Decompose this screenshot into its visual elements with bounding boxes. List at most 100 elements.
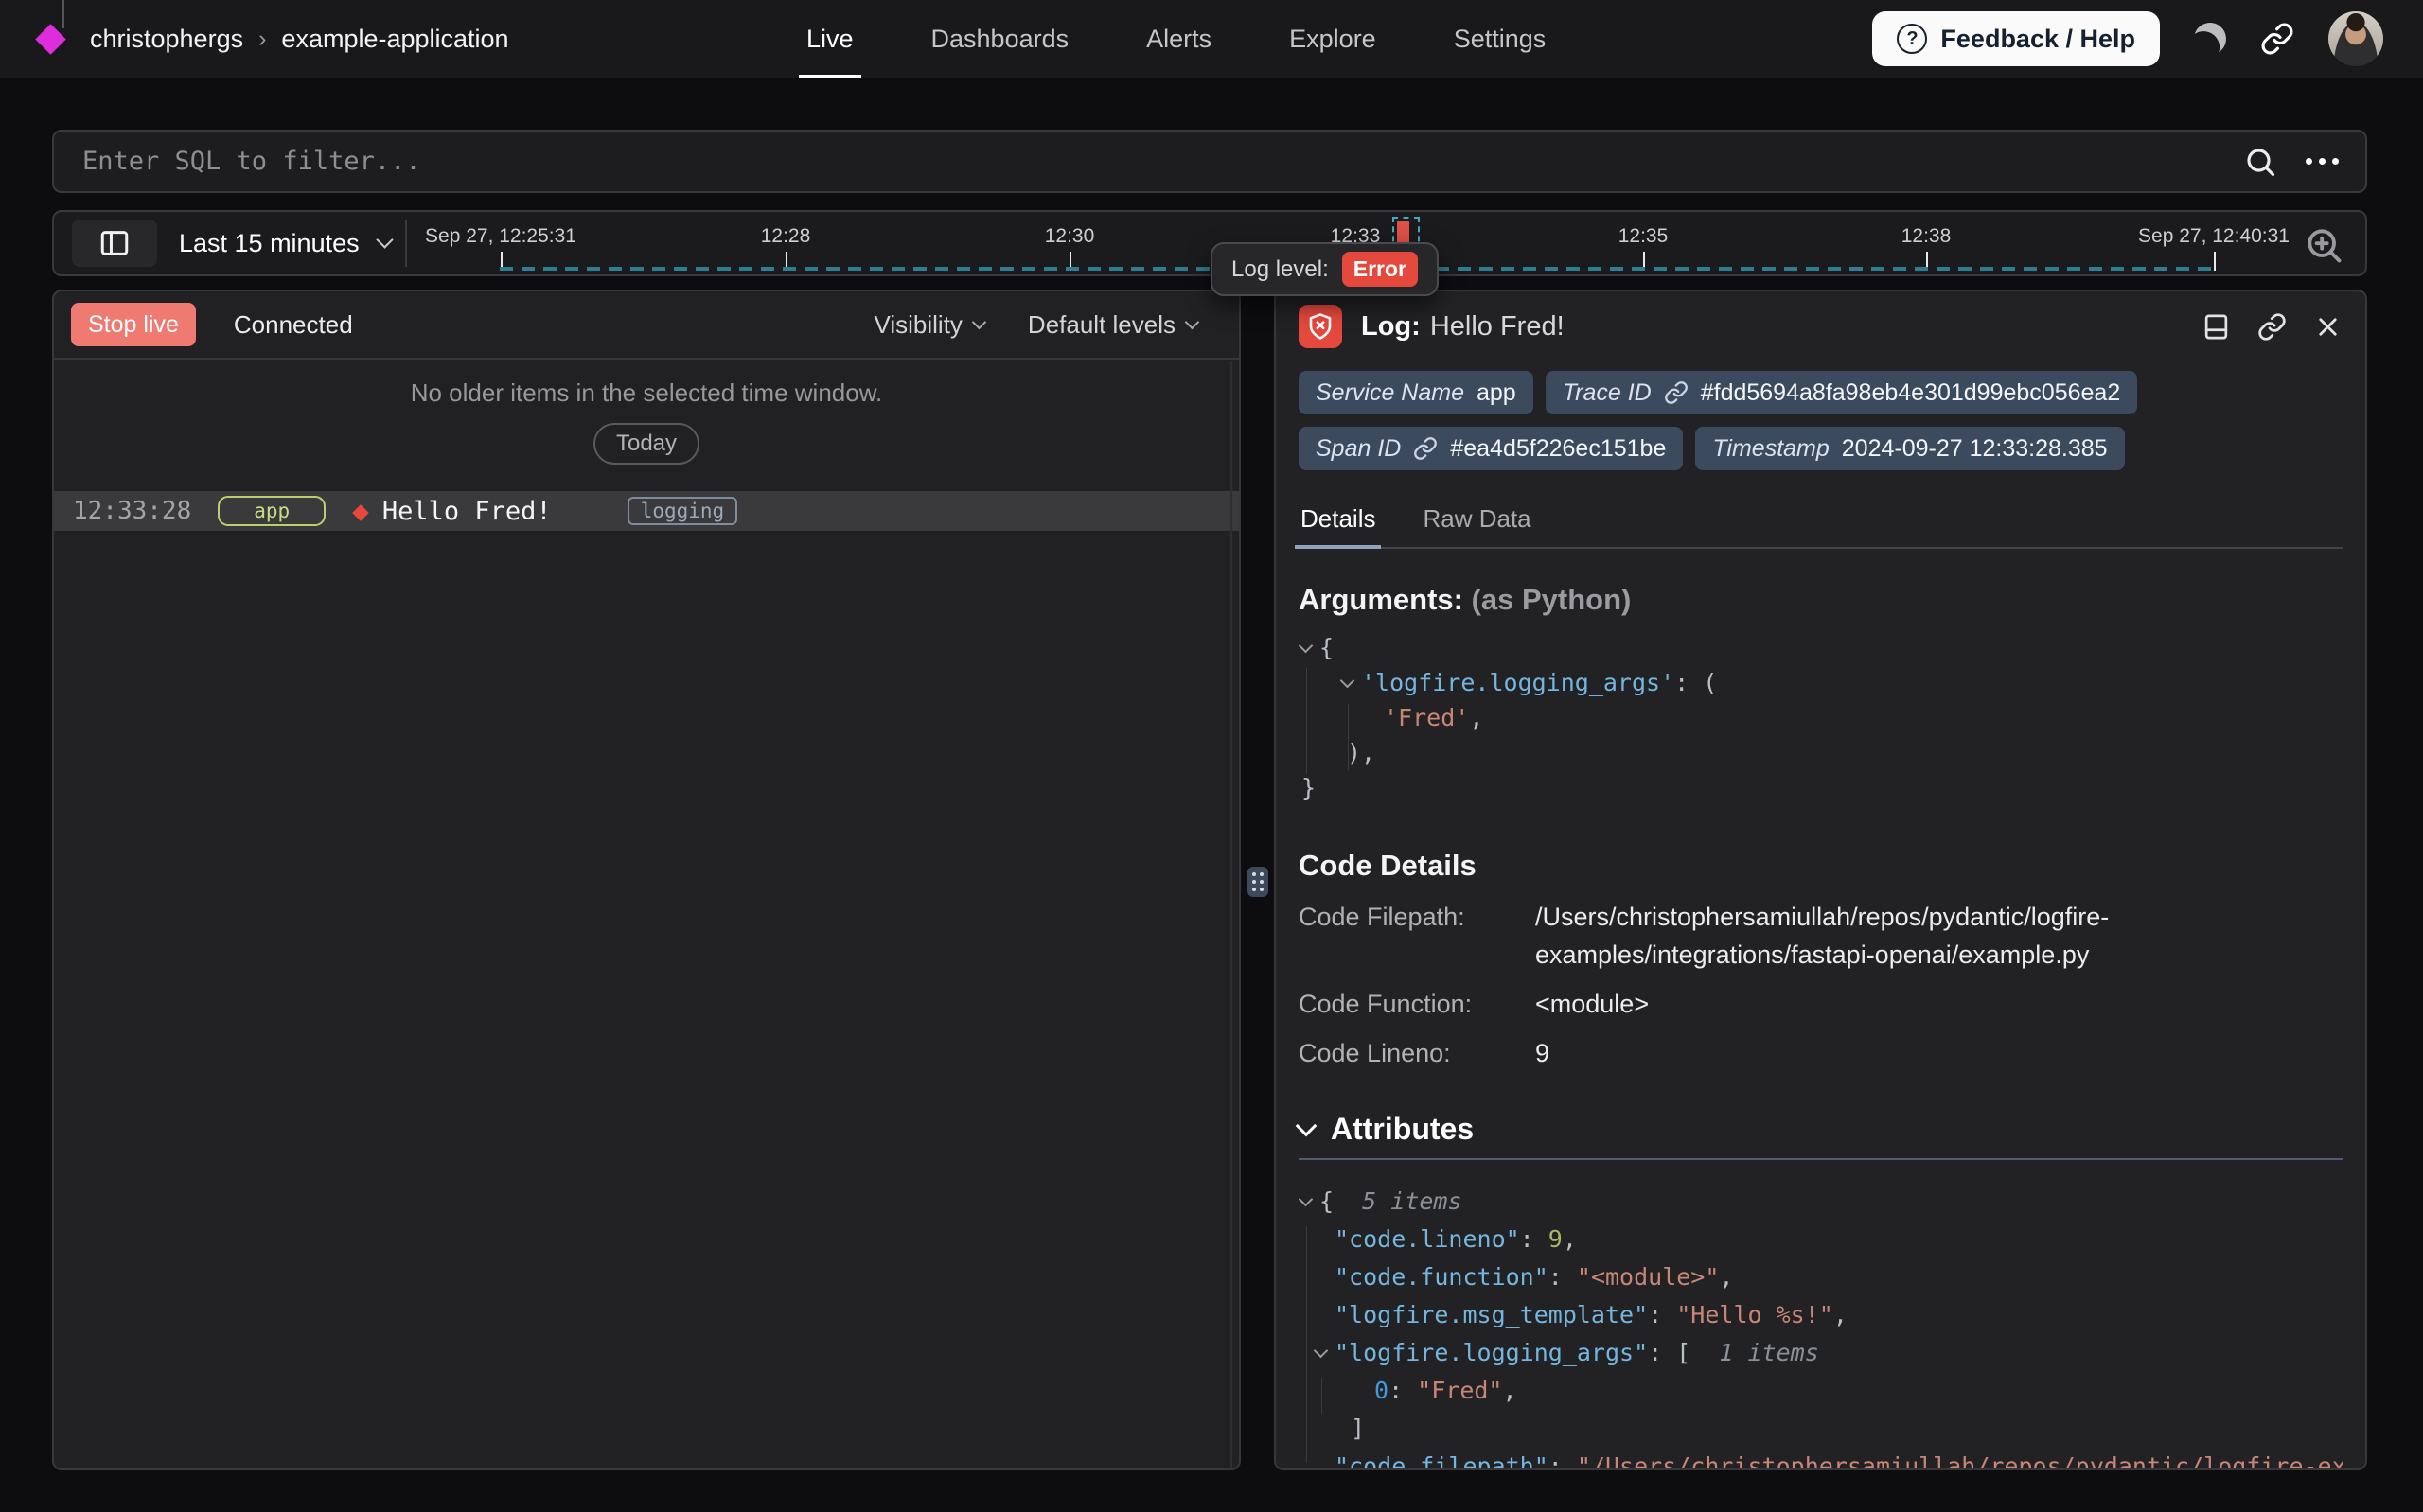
code-detail-value: /Users/christophersamiullah/repos/pydant… bbox=[1535, 898, 2217, 974]
collapse-chevron-icon[interactable] bbox=[1314, 1344, 1335, 1361]
code-detail-value: <module> bbox=[1535, 985, 2217, 1023]
detail-title: Log: Hello Fred! bbox=[1361, 311, 1565, 343]
nav-item-explore[interactable]: Explore bbox=[1289, 0, 1376, 78]
nav-item-alerts[interactable]: Alerts bbox=[1146, 0, 1212, 78]
live-panel-header: Stop live Connected Visibility Default l… bbox=[54, 291, 1239, 360]
visibility-dropdown[interactable]: Visibility bbox=[874, 310, 983, 340]
badge-value: app bbox=[1477, 379, 1516, 407]
visibility-label: Visibility bbox=[874, 310, 962, 340]
empty-window-notice: No older items in the selected time wind… bbox=[54, 378, 1239, 408]
badge-value: #fdd5694a8fa98eb4e301d99ebc056ea2 bbox=[1701, 379, 2121, 407]
time-tick-label: 12:30 bbox=[1045, 225, 1095, 248]
code-line: "code.lineno": 9, bbox=[1299, 1221, 2343, 1258]
live-panel-body: No older items in the selected time wind… bbox=[54, 360, 1239, 531]
code-line: "code.function": "<module>", bbox=[1299, 1258, 2343, 1296]
default-levels-label: Default levels bbox=[1028, 310, 1176, 340]
live-log-panel: Stop live Connected Visibility Default l… bbox=[52, 290, 1241, 1470]
log-timestamp: 12:33:28 bbox=[73, 497, 191, 525]
logger-tag: logging bbox=[628, 497, 738, 525]
code-details-heading: Code Details bbox=[1299, 849, 2343, 883]
dock-panel-icon[interactable] bbox=[2202, 312, 2231, 342]
nav-right: ? Feedback / Help bbox=[1872, 11, 2383, 66]
metadata-badges: Service Name app Trace ID #fdd5694a8fa98eb4… bbox=[1299, 371, 2188, 470]
logfire-logo-icon[interactable] bbox=[35, 24, 66, 55]
code-line: ] bbox=[1299, 1410, 2343, 1448]
badge-label: Service Name bbox=[1316, 379, 1464, 407]
divider bbox=[405, 220, 407, 267]
more-options-icon[interactable] bbox=[2306, 158, 2339, 165]
error-level-badge: Error bbox=[1342, 252, 1418, 287]
arguments-code-tree: {'logfire.logging_args': ('Fred',),} bbox=[1299, 630, 2343, 805]
code-line: 'Fred', bbox=[1299, 700, 2343, 735]
arguments-heading: Arguments: (as Python) bbox=[1299, 583, 2343, 617]
code-line: 0: "Fred", bbox=[1299, 1372, 2343, 1410]
detail-title-prefix: Log: bbox=[1361, 311, 1421, 342]
nav-item-settings[interactable]: Settings bbox=[1454, 0, 1547, 78]
tab-details[interactable]: Details bbox=[1299, 495, 1377, 547]
panel-resize-handle[interactable] bbox=[1247, 867, 1268, 897]
badge-timestamp: Timestamp 2024-09-27 12:33:28.385 bbox=[1695, 427, 2124, 470]
moon-icon[interactable] bbox=[2190, 19, 2230, 59]
log-level-tooltip: Log level: Error bbox=[1211, 242, 1439, 296]
detail-tabs: Details Raw Data bbox=[1299, 495, 2343, 549]
log-message: Hello Fred! bbox=[382, 497, 552, 526]
user-avatar[interactable] bbox=[2328, 11, 2383, 66]
nav-item-live[interactable]: Live bbox=[806, 0, 854, 78]
chevron-down-icon bbox=[972, 314, 987, 329]
badge-label: Timestamp bbox=[1712, 435, 1829, 463]
connection-status: Connected bbox=[234, 310, 353, 340]
breadcrumb-org[interactable]: christophergs bbox=[90, 25, 243, 54]
today-button[interactable]: Today bbox=[593, 423, 699, 465]
code-detail-value: 9 bbox=[1535, 1034, 2217, 1072]
code-line: 'logfire.logging_args': ( bbox=[1299, 665, 2343, 700]
stop-live-button[interactable]: Stop live bbox=[71, 303, 196, 346]
collapse-chevron-icon[interactable] bbox=[1340, 674, 1361, 691]
search-icon[interactable] bbox=[2243, 145, 2277, 179]
collapse-chevron-icon[interactable] bbox=[1296, 1115, 1318, 1136]
badge-trace-id[interactable]: Trace ID #fdd5694a8fa98eb4e301d99ebc056ea… bbox=[1546, 371, 2138, 414]
log-row-selected[interactable]: 12:33:28 app ◆ Hello Fred! logging bbox=[54, 491, 1239, 531]
attributes-heading-label: Attributes bbox=[1331, 1112, 1474, 1147]
collapse-chevron-icon[interactable] bbox=[1299, 639, 1319, 656]
feedback-help-button[interactable]: ? Feedback / Help bbox=[1872, 11, 2160, 66]
detail-title-text: Hello Fred! bbox=[1430, 311, 1565, 342]
error-shield-icon bbox=[1299, 305, 1342, 348]
badge-label: Trace ID bbox=[1563, 379, 1652, 407]
sidebar-toggle-button[interactable] bbox=[72, 220, 157, 267]
default-levels-dropdown[interactable]: Default levels bbox=[1028, 310, 1197, 340]
time-tick-label: 12:35 bbox=[1618, 225, 1669, 248]
time-tick-label: 12:28 bbox=[761, 225, 811, 248]
close-icon[interactable] bbox=[2313, 312, 2343, 342]
time-range-label: Last 15 minutes bbox=[179, 229, 360, 258]
sql-filter-input[interactable] bbox=[80, 146, 2243, 177]
code-line: "logfire.msg_template": "Hello %s!", bbox=[1299, 1296, 2343, 1334]
badge-value: 2024-09-27 12:33:28.385 bbox=[1842, 435, 2108, 463]
badge-span-id[interactable]: Span ID#ea4d5f226ec151be bbox=[1299, 427, 1683, 470]
feedback-help-label: Feedback / Help bbox=[1940, 25, 2135, 54]
detail-header: Log: Hello Fred! bbox=[1299, 305, 2343, 348]
time-range-dropdown[interactable]: Last 15 minutes bbox=[179, 212, 391, 274]
code-line: "logfire.logging_args": [ 1 items bbox=[1299, 1334, 2343, 1372]
nav-item-dashboards[interactable]: Dashboards bbox=[931, 0, 1070, 78]
code-details-table: Code Filepath:/Users/christophersamiulla… bbox=[1299, 898, 2343, 1072]
copy-link-icon[interactable] bbox=[2257, 312, 2287, 342]
collapse-chevron-icon[interactable] bbox=[1299, 1192, 1319, 1209]
attributes-heading: Attributes bbox=[1299, 1112, 2343, 1147]
code-line: } bbox=[1299, 770, 2343, 805]
time-tick-label: Sep 27, 12:25:31 bbox=[425, 225, 576, 248]
code-detail-label: Code Lineno: bbox=[1299, 1034, 1535, 1072]
breadcrumb: christophergs › example-application bbox=[90, 25, 509, 54]
code-line: ), bbox=[1299, 735, 2343, 770]
zoom-in-icon[interactable] bbox=[2303, 224, 2344, 266]
link-icon bbox=[1664, 380, 1689, 405]
code-detail-label: Code Filepath: bbox=[1299, 898, 1535, 974]
tab-raw-data[interactable]: Raw Data bbox=[1421, 495, 1532, 547]
link-icon bbox=[1413, 436, 1438, 461]
primary-nav: Live Dashboards Alerts Explore Settings bbox=[806, 0, 1546, 78]
logo-tail bbox=[62, 0, 64, 28]
code-detail-label: Code Function: bbox=[1299, 985, 1535, 1023]
panel-dropdowns: Visibility Default levels bbox=[874, 310, 1222, 340]
scrollbar-track[interactable] bbox=[1230, 361, 1232, 1468]
breadcrumb-project[interactable]: example-application bbox=[281, 25, 508, 54]
share-link-icon[interactable] bbox=[2260, 22, 2294, 56]
